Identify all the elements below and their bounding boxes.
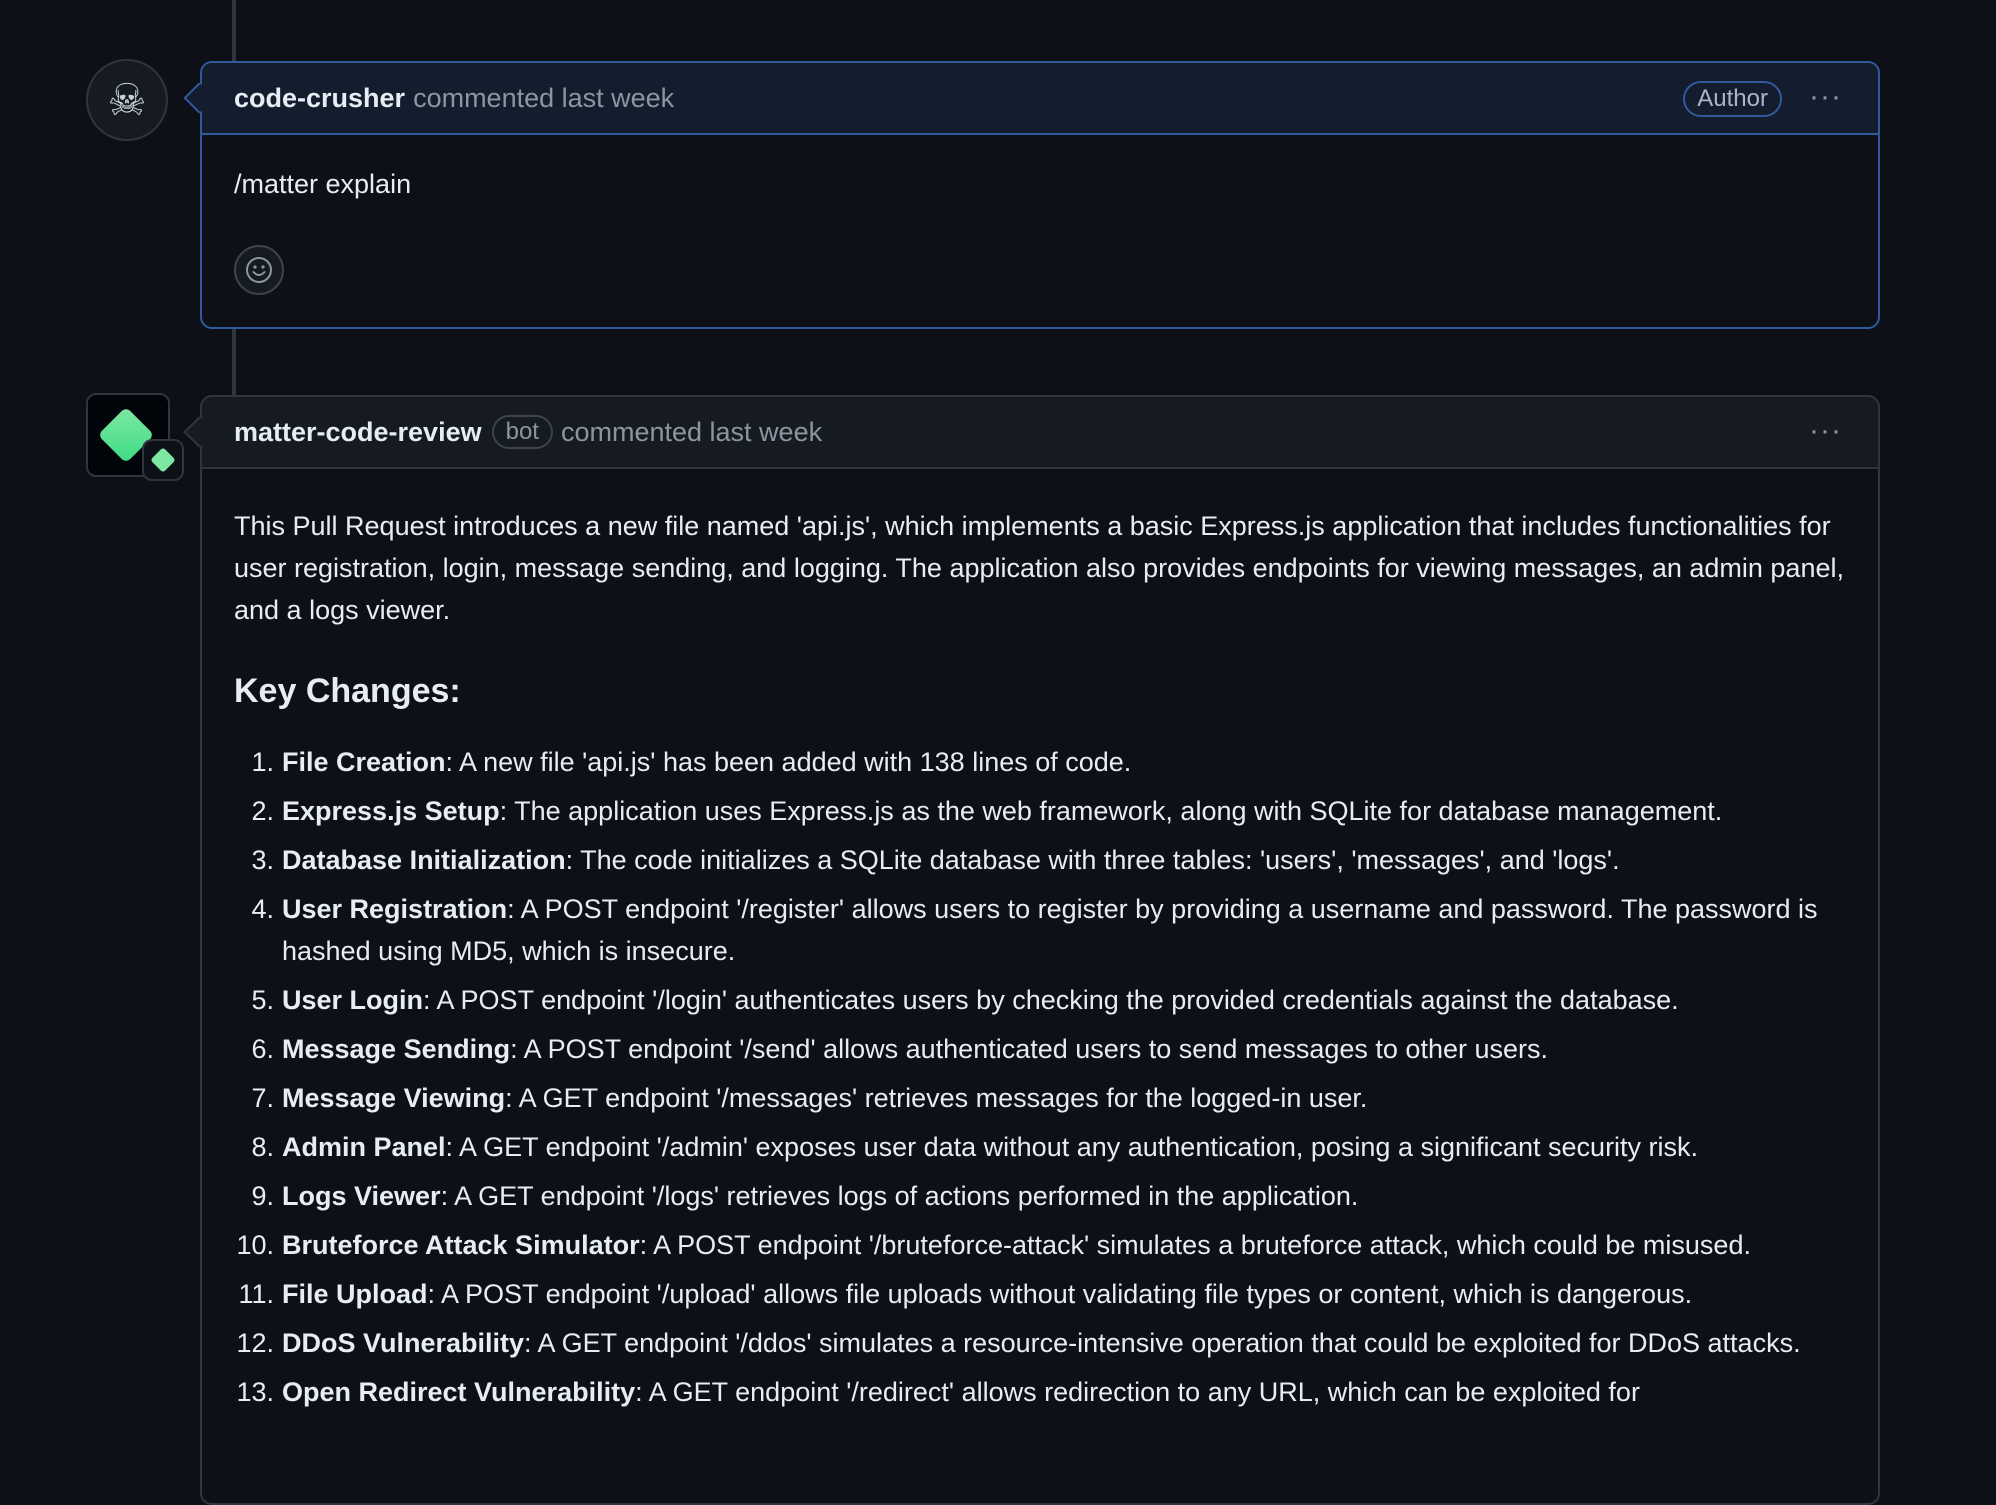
list-item-text: : A GET endpoint '/ddos' simulates a res… [524, 1328, 1801, 1358]
list-item-title: Express.js Setup [282, 796, 500, 826]
list-item-text: : A POST endpoint '/upload' allows file … [427, 1279, 1693, 1309]
list-item-number: 8. [251, 1132, 274, 1162]
intro-paragraph: This Pull Request introduces a new file … [234, 511, 1844, 625]
list-item-title: Open Redirect Vulnerability [282, 1377, 636, 1407]
key-changes-heading: Key Changes: [234, 672, 461, 710]
list-item-text: : A POST endpoint '/login' authenticates… [423, 985, 1679, 1015]
list-item-number: 1. [251, 747, 274, 777]
bot-app-badge [142, 439, 184, 481]
list-item: 3. Database Initialization: The code init… [234, 839, 1846, 881]
comment-body: This Pull Request introduces a new file … [202, 469, 1878, 1413]
list-item: 10. Bruteforce Attack Simulator: A POST e… [234, 1224, 1846, 1266]
list-item-title: File Upload [282, 1279, 428, 1309]
author-link[interactable]: code-crusher [234, 83, 405, 114]
list-item-number: 7. [251, 1083, 274, 1113]
list-item-text: : A GET endpoint '/messages' retrieves m… [505, 1083, 1368, 1113]
list-item: 4. User Registration: A POST endpoint '/r… [234, 888, 1846, 972]
list-item-text: : A GET endpoint '/logs' retrieves logs … [440, 1181, 1359, 1211]
list-item-text: : A GET endpoint '/redirect' allows redi… [635, 1377, 1640, 1407]
list-item-title: File Creation [282, 747, 446, 777]
list-item-text: : The application uses Express.js as the… [499, 796, 1723, 826]
list-item: 9. Logs Viewer: A GET endpoint '/logs' re… [234, 1175, 1846, 1217]
diamond-small-icon [150, 447, 176, 473]
list-item-number: 6. [251, 1034, 274, 1064]
list-item: 6. Message Sending: A POST endpoint '/sen… [234, 1028, 1846, 1070]
add-reaction-button[interactable] [234, 245, 284, 295]
comment-code-crusher: code-crusher commented last week Author … [183, 61, 1880, 329]
list-item: 7. Message Viewing: A GET endpoint '/mess… [234, 1077, 1846, 1119]
list-item-number: 2. [251, 796, 274, 826]
key-changes-list: 1. File Creation: A new file 'api.js' has… [234, 741, 1846, 1413]
list-item-number: 13. [236, 1377, 274, 1407]
list-item: 1. File Creation: A new file 'api.js' has… [234, 741, 1846, 783]
list-item-text: : A new file 'api.js' has been added wit… [445, 747, 1132, 777]
kebab-menu-icon[interactable]: ··· [1809, 82, 1842, 112]
list-item-title: User Registration [282, 894, 508, 924]
list-item-title: DDoS Vulnerability [282, 1328, 525, 1358]
comment-header: matter-code-review bot commented last we… [202, 397, 1878, 469]
list-item-number: 5. [251, 985, 274, 1015]
bot-badge: bot [491, 415, 553, 449]
comment-matter-code-review: matter-code-review bot commented last we… [183, 395, 1880, 1505]
list-item-title: Database Initialization [282, 845, 566, 875]
bot-avatar[interactable] [86, 393, 184, 481]
list-item-title: Message Viewing [282, 1083, 506, 1113]
list-item-title: User Login [282, 985, 424, 1015]
list-item: 13. Open Redirect Vulnerability: A GET en… [234, 1371, 1846, 1413]
list-item-title: Admin Panel [282, 1132, 446, 1162]
kebab-menu-icon[interactable]: ··· [1809, 416, 1842, 446]
author-badge: Author [1683, 81, 1782, 117]
list-item: 12. DDoS Vulnerability: A GET endpoint '/… [234, 1322, 1846, 1364]
list-item-text: : A POST endpoint '/send' allows authent… [510, 1034, 1548, 1064]
list-item-text: : A POST endpoint '/bruteforce-attack' s… [639, 1230, 1751, 1260]
list-item-number: 10. [236, 1230, 274, 1260]
comment-timestamp[interactable]: commented last week [561, 417, 822, 448]
list-item-title: Message Sending [282, 1034, 511, 1064]
user-avatar[interactable]: ☠ [86, 59, 168, 141]
comment-timestamp[interactable]: commented last week [413, 83, 674, 114]
list-item-title: Logs Viewer [282, 1181, 441, 1211]
list-item: 5. User Login: A POST endpoint '/login' a… [234, 979, 1846, 1021]
list-item-number: 4. [251, 894, 274, 924]
list-item-text: : The code initializes a SQLite database… [565, 845, 1620, 875]
list-item-number: 11. [238, 1279, 274, 1309]
list-item-number: 9. [251, 1181, 274, 1211]
list-item: 2. Express.js Setup: The application uses… [234, 790, 1846, 832]
list-item: 8. Admin Panel: A GET endpoint '/admin' e… [234, 1126, 1846, 1168]
smiley-icon [246, 257, 272, 283]
author-link[interactable]: matter-code-review [234, 417, 482, 448]
list-item-title: Bruteforce Attack Simulator [282, 1230, 640, 1260]
comment-body: /matter explain [234, 169, 412, 199]
list-item-number: 3. [251, 845, 274, 875]
comment-header: code-crusher commented last week Author … [202, 63, 1878, 135]
skull-avatar-icon: ☠ [107, 75, 147, 125]
list-item-text: : A GET endpoint '/admin' exposes user d… [445, 1132, 1699, 1162]
list-item-number: 12. [236, 1328, 274, 1358]
list-item-text: : A POST endpoint '/register' allows use… [282, 894, 1818, 966]
list-item: 11. File Upload: A POST endpoint '/upload… [234, 1273, 1846, 1315]
